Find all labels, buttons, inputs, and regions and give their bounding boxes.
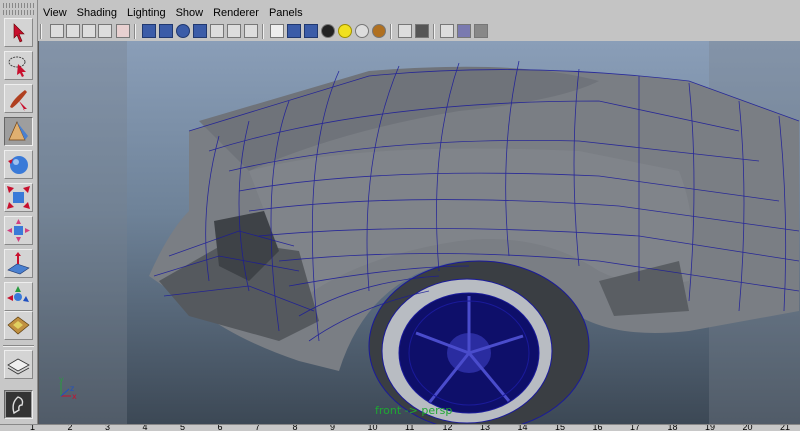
layout-single-pane-button[interactable] [4, 350, 33, 379]
two-d-pan-zoom-icon[interactable] [116, 24, 130, 38]
wireframe-icon[interactable] [270, 24, 284, 38]
wireframe-on-shaded-icon[interactable] [304, 24, 318, 38]
camera-attributes-icon[interactable] [66, 24, 80, 38]
xray-icon[interactable] [415, 24, 429, 38]
time-tick-label: 12 [442, 424, 453, 431]
panel-toolbar [38, 23, 800, 41]
rotate-icon [8, 156, 28, 174]
time-tick-label: 11 [405, 424, 415, 431]
time-tick-label: 2 [67, 424, 73, 431]
time-tick-label: 17 [630, 424, 641, 431]
menu-view[interactable]: View [38, 6, 72, 23]
arrow-select-icon [13, 23, 25, 43]
axis-gizmo: y x z [59, 375, 77, 401]
last-used-tool-button[interactable] [4, 311, 33, 340]
time-tick-label: 19 [705, 424, 716, 431]
menu-panels[interactable]: Panels [264, 6, 308, 23]
quick-layout-icon [6, 392, 31, 417]
axis-x-label: x [72, 392, 77, 401]
toolbar-separator [134, 24, 136, 39]
use-all-lights-icon[interactable] [338, 24, 352, 38]
menu-renderer[interactable]: Renderer [208, 6, 264, 23]
toolbox-handle-2[interactable] [3, 10, 34, 15]
toolbar-separator-4 [433, 24, 435, 39]
panel-menu-bar: View Shading Lighting Show Renderer Pane… [38, 6, 308, 23]
layout-quick-button[interactable] [4, 390, 33, 419]
camera-name-label: front -> persp [375, 404, 453, 417]
safe-action-icon[interactable] [227, 24, 241, 38]
paint-brush-icon [10, 90, 27, 111]
time-tick-label: 9 [330, 424, 336, 431]
time-tick-label: 7 [255, 424, 261, 431]
tool-box [0, 0, 38, 424]
time-tick-label: 1 [30, 424, 36, 431]
high-quality-icon[interactable] [372, 24, 386, 38]
time-tick-label: 18 [667, 424, 678, 431]
lasso-tool-button[interactable] [4, 51, 33, 80]
textured-icon[interactable] [321, 24, 335, 38]
select-camera-icon[interactable] [50, 24, 64, 38]
soft-mod-icon [7, 252, 30, 275]
time-tick-label: 20 [742, 424, 753, 431]
field-chart-icon[interactable] [210, 24, 224, 38]
film-gate-icon[interactable] [159, 24, 173, 38]
perspective-viewport[interactable]: y x z front -> persp [38, 41, 800, 424]
time-tick-label: 21 [780, 424, 791, 431]
car-wireframe-model[interactable]: y x z [39, 41, 800, 424]
resolution-gate-icon[interactable] [176, 24, 190, 38]
gate-mask-icon[interactable] [193, 24, 207, 38]
share-icon[interactable] [474, 24, 488, 38]
time-tick-label: 3 [105, 424, 111, 431]
backface-culling-icon[interactable] [457, 24, 471, 38]
smooth-shade-icon[interactable] [287, 24, 301, 38]
move-tool-button[interactable] [4, 117, 33, 146]
soft-modification-button[interactable] [4, 249, 33, 278]
move-icon [8, 121, 28, 141]
show-manip-icon [7, 286, 29, 302]
bookmark-icon[interactable] [82, 24, 96, 38]
axis-y-label: y [59, 375, 64, 384]
toolbar-separator-2 [262, 24, 264, 39]
paint-select-tool-button[interactable] [4, 84, 33, 113]
scale-tool-button[interactable] [4, 183, 33, 212]
last-tool-icon [7, 316, 30, 335]
shadows-icon[interactable] [355, 24, 369, 38]
menu-show[interactable]: Show [171, 6, 209, 23]
axis-z-label: z [70, 384, 74, 393]
time-tick-label: 4 [142, 424, 148, 431]
isolate-select-icon[interactable] [398, 24, 412, 38]
lasso-icon [8, 56, 26, 77]
time-tick-label: 13 [480, 424, 491, 431]
image-plane-icon[interactable] [98, 24, 112, 38]
toolbar-separator-3 [390, 24, 392, 39]
universal-manipulator-button[interactable] [4, 216, 33, 245]
time-slider[interactable]: 1 2 3 4 5 6 7 8 9 10 11 12 13 14 15 16 17 18 19 20 21 [0, 424, 800, 431]
show-manipulator-button[interactable] [4, 282, 33, 311]
layout-icon [7, 358, 30, 375]
toolbar-grip[interactable] [40, 24, 42, 39]
time-tick-label: 14 [517, 424, 528, 431]
joint-xray-icon[interactable] [440, 24, 454, 38]
time-tick-label: 8 [292, 424, 298, 431]
time-tick-label: 15 [555, 424, 566, 431]
rotate-tool-button[interactable] [4, 150, 33, 179]
select-tool-button[interactable] [4, 18, 33, 47]
menu-lighting[interactable]: Lighting [122, 6, 171, 23]
menu-shading[interactable]: Shading [72, 6, 122, 23]
safe-title-icon[interactable] [244, 24, 258, 38]
time-tick-label: 16 [592, 424, 603, 431]
toolbox-handle[interactable] [3, 3, 34, 8]
manipulator-icon [7, 219, 30, 242]
time-tick-label: 10 [367, 424, 378, 431]
time-tick-label: 6 [217, 424, 223, 431]
toolbox-separator [3, 345, 34, 347]
time-tick-label: 5 [180, 424, 186, 431]
scale-icon [7, 186, 30, 209]
grid-icon[interactable] [142, 24, 156, 38]
